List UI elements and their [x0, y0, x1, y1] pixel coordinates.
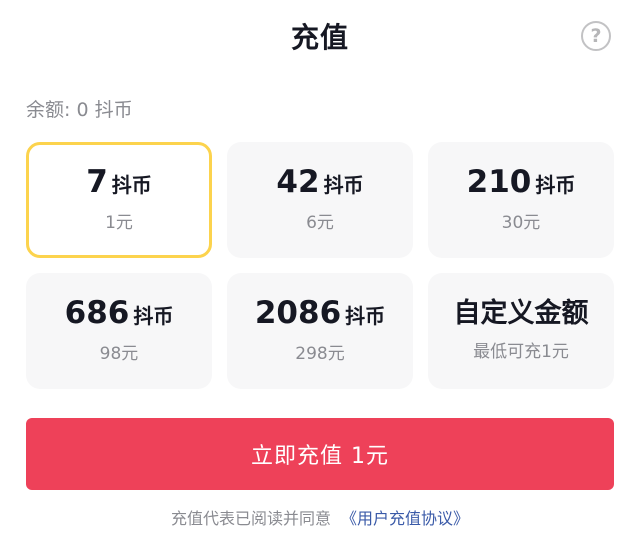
recharge-option-7[interactable]: 7 抖币 1元 [26, 142, 212, 258]
coin-unit: 抖币 [535, 173, 576, 197]
agreement-prefix: 充值代表已阅读并同意 [170, 509, 331, 528]
recharge-options-grid: 7 抖币 1元 42 抖币 6元 210 抖币 30元 686 抖币 98元 2… [26, 142, 614, 390]
coin-amount: 686 [64, 295, 130, 331]
help-question-icon[interactable]: ? [581, 21, 611, 51]
page-title: 充值 [290, 21, 349, 54]
coin-amount: 42 [276, 164, 320, 200]
option-price: 298元 [295, 344, 345, 364]
recharge-option-2086[interactable]: 2086 抖币 298元 [227, 273, 413, 389]
recharge-option-686[interactable]: 686 抖币 98元 [26, 273, 212, 389]
coin-amount: 2086 [254, 295, 342, 331]
custom-amount-hint: 最低可充1元 [473, 342, 569, 362]
option-price: 6元 [306, 213, 334, 233]
option-price: 98元 [99, 344, 139, 364]
coin-unit: 抖币 [111, 173, 152, 197]
coin-amount: 7 [86, 164, 108, 200]
user-recharge-agreement-link[interactable]: 《用户充值协议》 [341, 509, 469, 528]
recharge-now-button[interactable]: 立即充值 1元 [26, 418, 614, 490]
option-price: 1元 [105, 213, 133, 233]
balance-label: 余额: 0 抖币 [26, 99, 133, 121]
recharge-option-210[interactable]: 210 抖币 30元 [428, 142, 614, 258]
agreement-notice: 充值代表已阅读并同意 《用户充值协议》 [0, 505, 640, 529]
recharge-option-custom[interactable]: 自定义金额 最低可充1元 [428, 273, 614, 389]
coin-unit: 抖币 [133, 304, 174, 328]
header-bar: 充值 ? [0, 0, 640, 76]
recharge-option-42[interactable]: 42 抖币 6元 [227, 142, 413, 258]
coin-amount: 210 [466, 164, 532, 200]
option-price: 30元 [501, 213, 541, 233]
coin-unit: 抖币 [323, 173, 364, 197]
coin-unit: 抖币 [345, 304, 386, 328]
custom-amount-label: 自定义金额 [453, 298, 589, 329]
